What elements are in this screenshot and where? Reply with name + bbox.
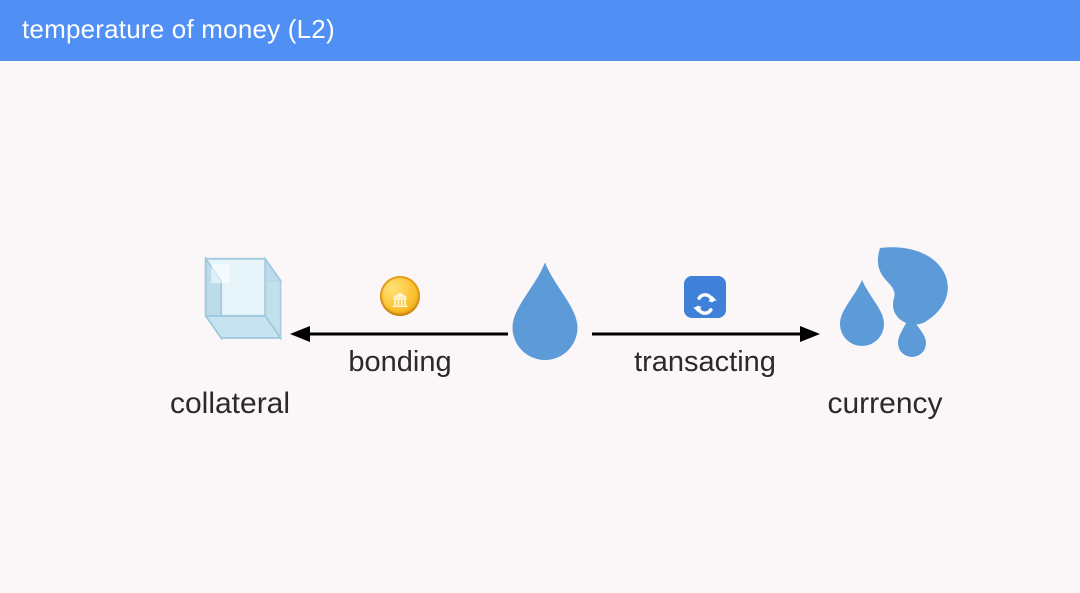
water-splash-icon <box>810 347 960 364</box>
node-currency: currency <box>800 240 970 421</box>
node-liquid <box>500 260 590 365</box>
slide-title-bar: temperature of money (L2) <box>0 0 1080 61</box>
label-collateral: collateral <box>140 387 320 421</box>
label-currency: currency <box>800 387 970 421</box>
slide-title: temperature of money (L2) <box>22 14 335 44</box>
label-bonding: bonding <box>290 346 510 379</box>
arrow-left-line-icon <box>290 324 510 344</box>
ice-cube-icon <box>175 347 285 364</box>
label-transacting: transacting <box>590 346 820 379</box>
arrow-right-line-icon <box>590 324 820 344</box>
arrow-transacting: transacting <box>590 310 820 370</box>
arrow-bonding: bonding <box>290 310 510 370</box>
diagram: collateral <box>140 250 960 450</box>
slide: temperature of money (L2) <box>0 0 1080 593</box>
water-drop-icon <box>502 347 588 364</box>
swap-icon <box>684 276 726 318</box>
bank-coin-icon <box>380 276 420 316</box>
